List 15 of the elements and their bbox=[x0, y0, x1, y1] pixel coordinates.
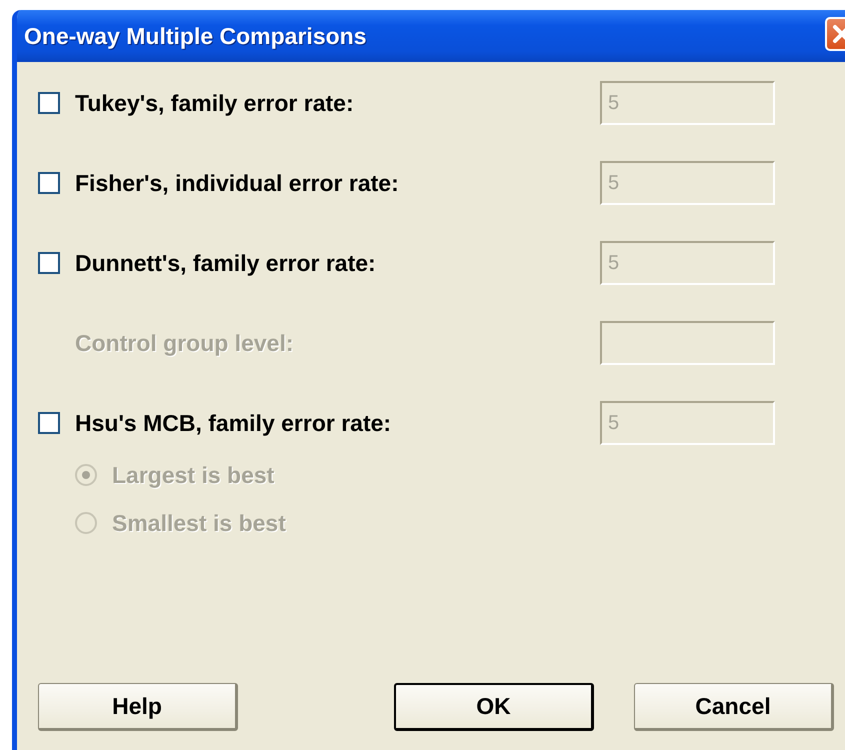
dialog-button[interactable]: OK bbox=[394, 683, 594, 731]
option-label: Dunnett's, family error rate: bbox=[75, 250, 377, 276]
window-title: One-way Multiple Comparisons bbox=[24, 22, 366, 50]
checkbox[interactable] bbox=[38, 92, 60, 114]
radio-label: Smallest is best bbox=[112, 510, 286, 536]
checkbox[interactable] bbox=[38, 412, 60, 434]
field-label: Control group level: bbox=[75, 330, 294, 356]
radio-label: Largest is best bbox=[112, 462, 274, 488]
checkbox[interactable] bbox=[38, 172, 60, 194]
option-label: Tukey's, family error rate: bbox=[75, 90, 355, 116]
dialog-button[interactable]: Cancel bbox=[634, 683, 834, 731]
option-label: Hsu's MCB, family error rate: bbox=[75, 410, 392, 436]
option-label: Fisher's, individual error rate: bbox=[75, 170, 400, 196]
dialog-button[interactable]: Help bbox=[38, 683, 238, 731]
checkbox[interactable] bbox=[38, 252, 60, 274]
